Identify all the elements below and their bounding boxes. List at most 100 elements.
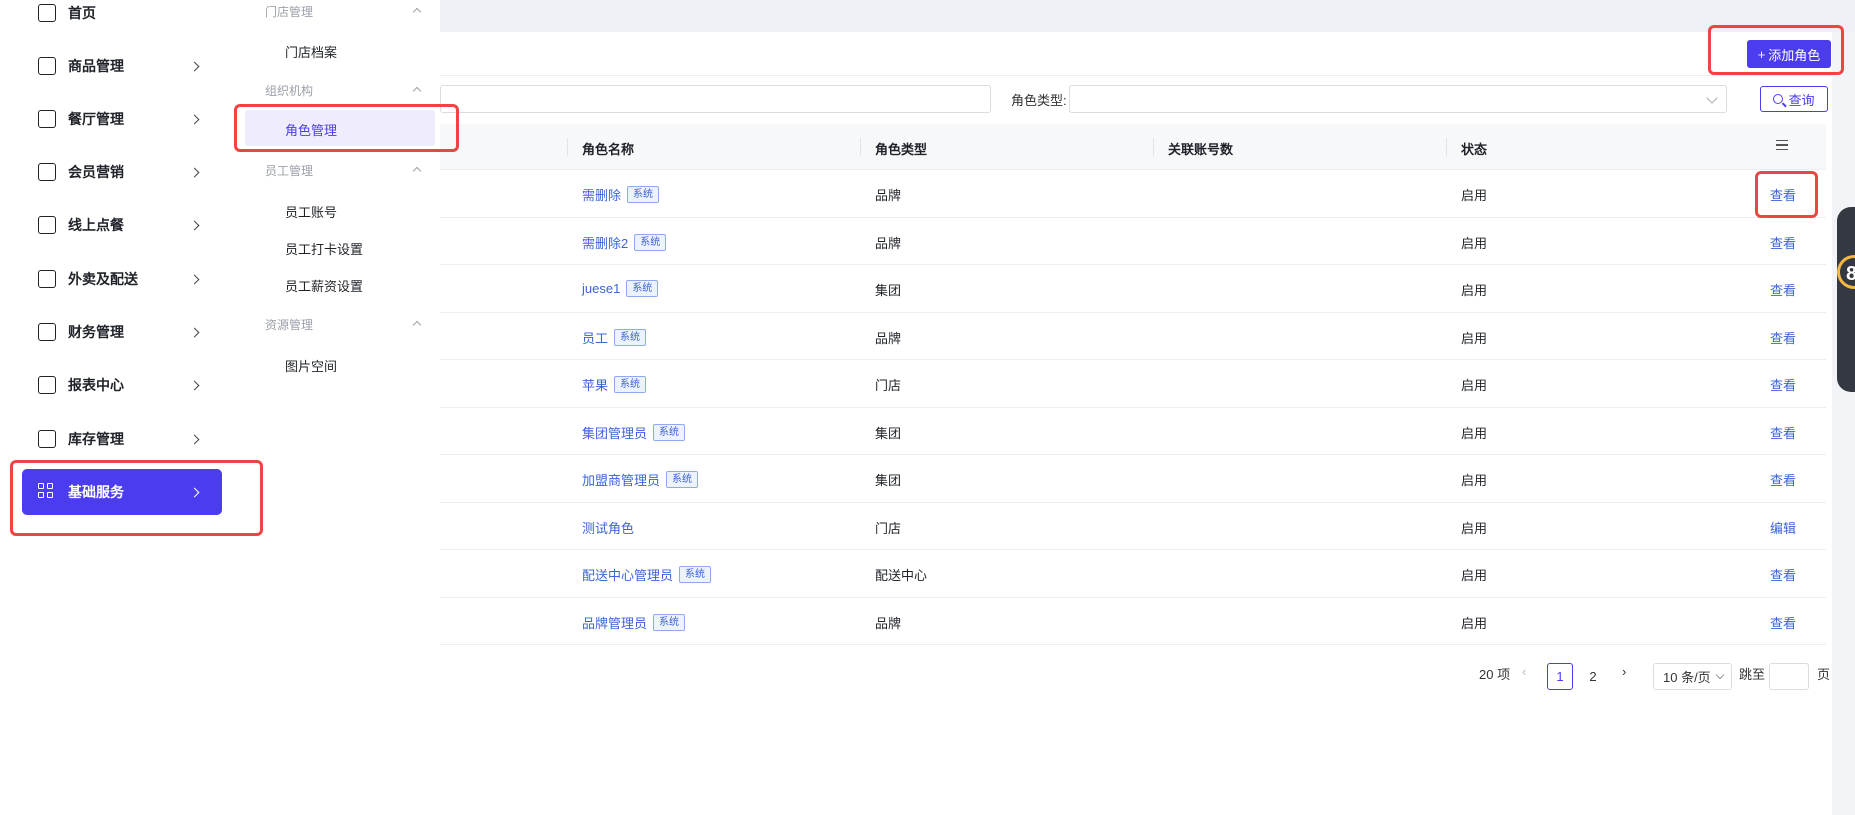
role-type-cell: 集团 <box>875 425 902 441</box>
chevron-up-icon[interactable] <box>412 7 422 17</box>
sidebar-item-9[interactable]: 基础服务 <box>22 469 222 515</box>
sidebar-item-4[interactable]: 线上点餐 <box>22 202 222 248</box>
row-action-link[interactable]: 编辑 <box>1770 518 1796 537</box>
chevron-right-icon <box>189 114 200 124</box>
jump-page-input[interactable] <box>1769 663 1809 690</box>
column-header-account-count: 关联账号数 <box>1168 142 1234 157</box>
moneybag-icon <box>38 323 56 341</box>
status-cell: 启用 <box>1461 188 1488 203</box>
role-name-link[interactable]: 品牌管理员 系统 <box>582 613 686 632</box>
submenu-group-store: 门店管理 <box>265 5 314 19</box>
chevron-up-icon[interactable] <box>412 320 422 330</box>
row-action-link[interactable]: 查看 <box>1770 185 1796 204</box>
role-name-input[interactable] <box>440 85 991 113</box>
system-badge: 系统 <box>614 328 647 346</box>
system-badge: 系统 <box>653 423 686 441</box>
submenu-item-role-management-label[interactable]: 角色管理 <box>285 120 337 139</box>
chevron-up-icon[interactable] <box>412 86 422 96</box>
role-type-cell: 品牌 <box>875 235 902 251</box>
status-cell: 启用 <box>1461 283 1488 298</box>
column-header-role-name: 角色名称 <box>582 142 635 157</box>
role-name-link[interactable]: 加盟商管理员 系统 <box>582 470 699 489</box>
chevron-right-icon <box>189 380 200 390</box>
sidebar-item-2[interactable]: 餐厅管理 <box>22 96 222 142</box>
submenu-item-role-management[interactable] <box>245 110 435 146</box>
role-type-cell: 品牌 <box>875 330 902 346</box>
role-name: 需删除 <box>582 188 622 203</box>
row-action-link[interactable]: 查看 <box>1770 613 1796 632</box>
role-name: juese1 <box>582 281 621 296</box>
role-type-cell: 集团 <box>875 473 902 488</box>
plus-icon: + <box>1757 46 1766 62</box>
chevron-up-icon[interactable] <box>412 166 422 176</box>
phone-icon <box>38 163 56 181</box>
sidebar-item-6[interactable]: 财务管理 <box>22 309 222 355</box>
query-button[interactable]: 查询 <box>1760 86 1828 112</box>
role-name: 品牌管理员 <box>582 615 648 631</box>
role-name-link[interactable]: 配送中心管理员 系统 <box>582 565 712 584</box>
chevron-down-icon <box>1715 670 1725 680</box>
sidebar-item-label: 基础服务 <box>68 484 124 500</box>
sidebar-item-label: 会员营销 <box>68 164 124 180</box>
column-divider <box>1446 138 1447 156</box>
row-action-link[interactable]: 查看 <box>1770 470 1796 489</box>
sidebar-item-label: 报表中心 <box>68 377 124 393</box>
submenu-item-staff-salary[interactable]: 员工薪资设置 <box>285 276 363 295</box>
system-badge: 系统 <box>679 566 712 583</box>
grid-icon <box>38 483 56 501</box>
sidebar-item-label: 财务管理 <box>68 324 124 340</box>
submenu-panel: 门店管理 门店档案 组织机构 角色管理 员工管理 员工账号 员工打卡设置 员工薪… <box>235 0 440 815</box>
chevron-right-icon <box>189 61 200 71</box>
submenu-item-store-archive[interactable]: 门店档案 <box>285 42 337 61</box>
role-name-link[interactable]: 苹果 系统 <box>582 375 647 394</box>
sidebar-item-5[interactable]: 外卖及配送 <box>22 256 222 302</box>
role-type-select[interactable] <box>1069 85 1727 113</box>
row-action-link[interactable]: 查看 <box>1770 280 1796 299</box>
submenu-item-image-space[interactable]: 图片空间 <box>285 356 337 375</box>
sidebar: 首页商品管理餐厅管理会员营销线上点餐外卖及配送财务管理报表中心库存管理基础服务 <box>0 0 235 815</box>
next-page-icon[interactable]: › <box>1622 664 1626 692</box>
sidebar-item-0[interactable]: 首页 <box>22 0 222 36</box>
role-name-link[interactable]: juese1 系统 <box>582 280 659 297</box>
sidebar-item-label: 首页 <box>68 5 96 21</box>
status-cell: 启用 <box>1461 378 1488 393</box>
role-name: 集团管理员 <box>582 425 648 441</box>
column-settings-icon[interactable] <box>1776 140 1788 150</box>
role-type-label: 角色类型: <box>1011 93 1067 108</box>
role-name-link[interactable]: 员工 系统 <box>582 328 647 347</box>
page-button-1[interactable]: 1 <box>1547 663 1573 690</box>
row-action-link[interactable]: 查看 <box>1770 375 1796 394</box>
sidebar-item-3[interactable]: 会员营销 <box>22 149 222 195</box>
column-divider <box>1153 138 1154 156</box>
role-type-cell: 品牌 <box>875 188 902 203</box>
row-action-link[interactable]: 查看 <box>1770 565 1796 584</box>
sidebar-item-7[interactable]: 报表中心 <box>22 362 222 408</box>
role-type-cell: 配送中心 <box>875 568 928 583</box>
jump-label: 跳至 <box>1739 667 1766 682</box>
role-type-cell: 门店 <box>875 520 902 536</box>
page-size-label: 10 条/页 <box>1663 670 1711 685</box>
sidebar-item-label: 外卖及配送 <box>68 271 138 287</box>
page-size-select[interactable]: 10 条/页 <box>1653 663 1732 690</box>
submenu-item-staff-clock[interactable]: 员工打卡设置 <box>285 239 363 258</box>
floating-widget[interactable] <box>1837 207 1855 392</box>
role-name-link[interactable]: 需删除 系统 <box>582 185 660 204</box>
prev-page-icon[interactable]: ‹ <box>1522 664 1526 692</box>
row-action-link[interactable]: 查看 <box>1770 233 1796 252</box>
page-button-2[interactable]: 2 <box>1580 663 1606 690</box>
submenu-group-staff: 员工管理 <box>265 164 314 178</box>
store-icon <box>38 216 56 234</box>
role-name-link[interactable]: 集团管理员 系统 <box>582 423 686 442</box>
role-name-link[interactable]: 需删除2 系统 <box>582 233 667 252</box>
system-badge: 系统 <box>653 613 686 631</box>
sidebar-item-1[interactable]: 商品管理 <box>22 43 222 89</box>
status-cell: 启用 <box>1461 425 1488 441</box>
row-action-link[interactable]: 查看 <box>1770 328 1796 347</box>
submenu-item-staff-account[interactable]: 员工账号 <box>285 202 337 221</box>
sidebar-item-8[interactable]: 库存管理 <box>22 416 222 462</box>
role-name: 测试角色 <box>582 520 635 536</box>
add-role-label: 添加角色 <box>1768 47 1821 63</box>
add-role-button[interactable]: + 添加角色 <box>1747 40 1831 68</box>
row-action-link[interactable]: 查看 <box>1770 423 1796 442</box>
role-name-link[interactable]: 测试角色 <box>582 518 634 537</box>
